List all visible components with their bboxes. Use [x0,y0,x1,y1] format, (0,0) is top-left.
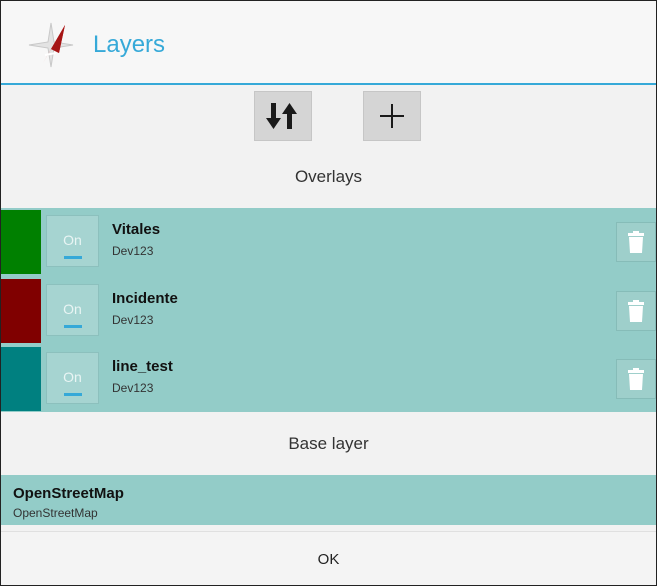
toggle-indicator [64,325,82,328]
compass-app-icon [28,22,74,68]
overlays-section-title: Overlays [294,167,363,186]
add-layer-button[interactable] [363,91,421,141]
layer-owner: Dev123 [112,244,154,258]
ok-button[interactable]: OK [1,531,656,585]
layer-color-swatch [1,279,41,343]
trash-icon [628,368,644,390]
layer-color-swatch [1,347,41,411]
layer-toggle-button[interactable]: On [46,284,99,336]
layer-color-swatch [1,210,41,274]
base-layer-subtitle: OpenStreetMap [13,506,98,520]
delete-layer-button[interactable] [616,291,656,331]
dialog-title: Layers [93,31,166,58]
base-layer-section-title: Base layer [288,434,369,453]
toggle-label: On [63,369,82,385]
layer-name: Vitales [112,221,161,238]
overlay-row-line-test[interactable]: On line_test Dev123 [1,345,656,413]
toggle-indicator [64,393,82,396]
layer-toggle-button[interactable]: On [46,352,99,404]
sort-layers-button[interactable] [254,91,312,141]
delete-layer-button[interactable] [616,222,656,262]
layer-toggle-button[interactable]: On [46,215,99,267]
ok-button-label: OK [317,550,340,568]
base-layer-row[interactable]: OpenStreetMap OpenStreetMap [1,475,656,525]
toggle-label: On [63,232,82,248]
toggle-label: On [63,301,82,317]
plus-icon [380,104,404,128]
overlay-row-vitales[interactable]: On Vitales Dev123 [1,208,656,276]
trash-icon [628,231,644,253]
dialog-header: Layers [1,1,656,85]
layer-name: Incidente [112,290,178,307]
overlay-list: On Vitales Dev123 On Incidente Dev123 On… [1,208,656,412]
layers-dialog: Layers Overlays On Vitales Dev123 On Inc… [0,0,657,586]
layer-owner: Dev123 [112,381,154,395]
layer-owner: Dev123 [112,313,154,327]
overlay-row-incidente[interactable]: On Incidente Dev123 [1,277,656,345]
layers-toolbar [1,85,656,149]
toggle-indicator [64,256,82,259]
base-layer-name: OpenStreetMap [13,485,124,502]
sort-arrows-icon [266,103,297,129]
delete-layer-button[interactable] [616,359,656,399]
trash-icon [628,300,644,322]
layer-name: line_test [112,358,173,375]
